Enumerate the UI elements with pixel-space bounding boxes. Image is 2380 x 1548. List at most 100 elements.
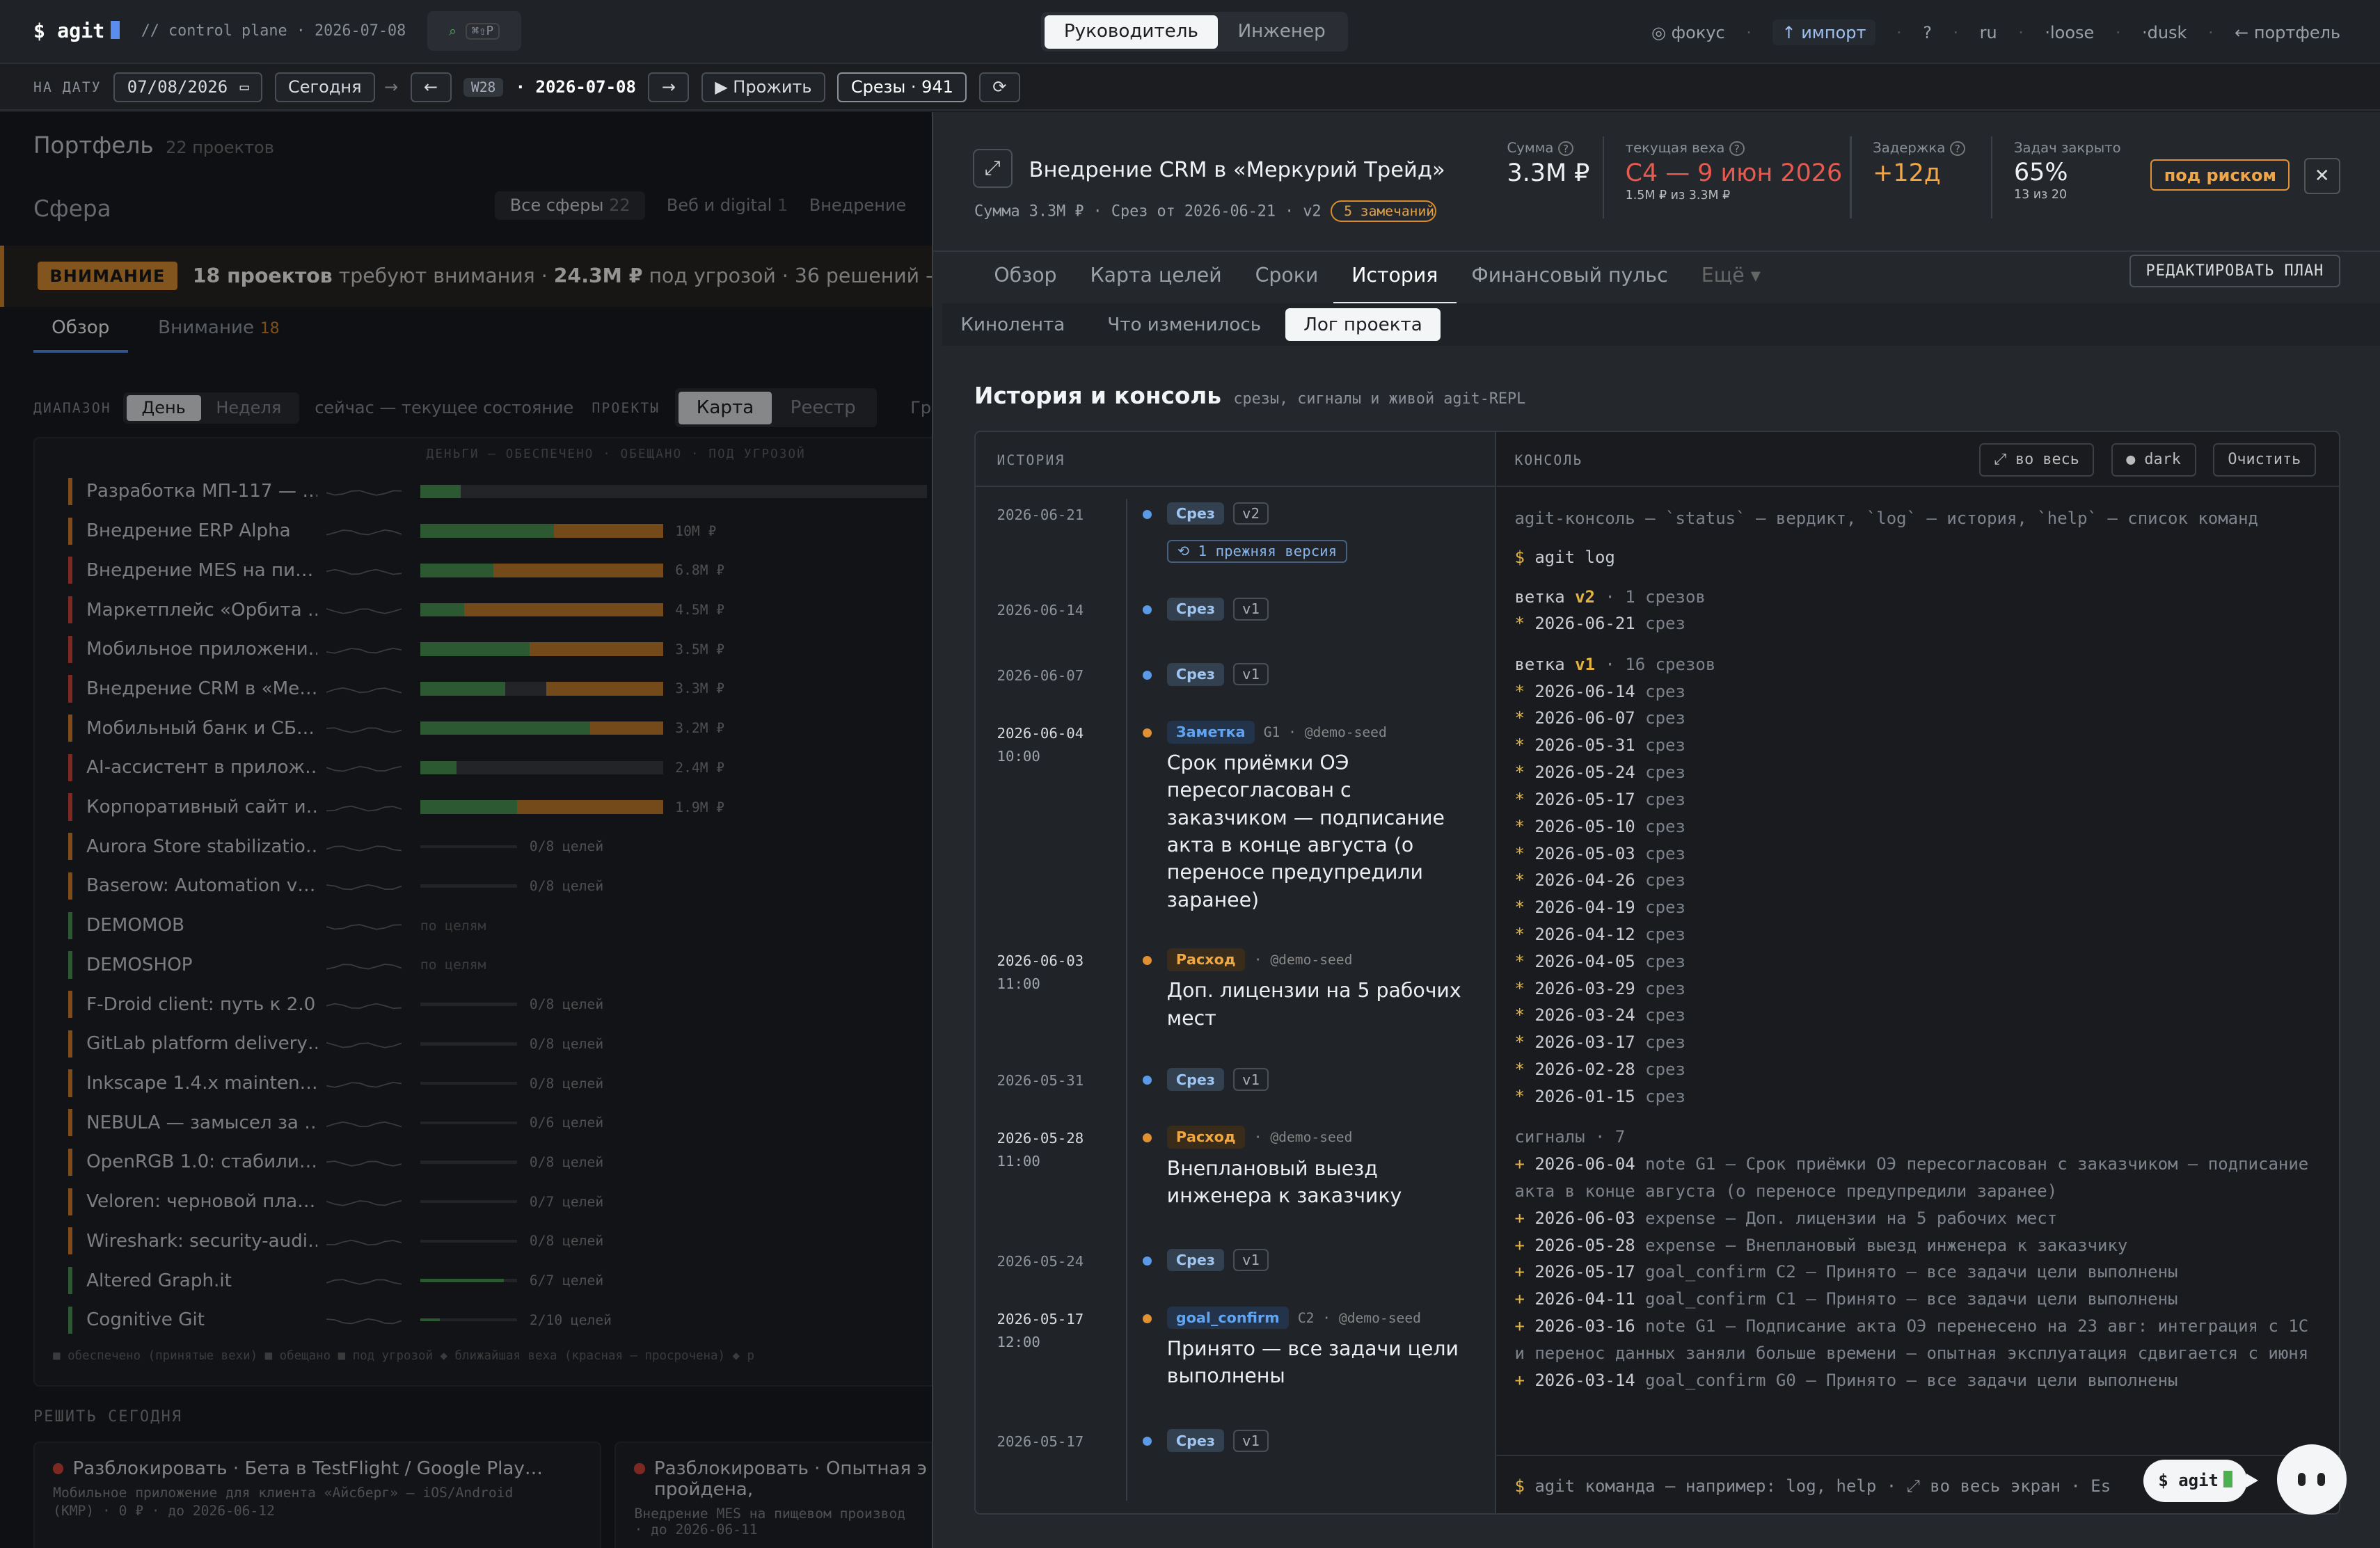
density-switch[interactable]: ·loose	[2045, 23, 2094, 42]
kpi-delay: Задержка? +12д	[1873, 140, 1965, 187]
timeline-dot-icon	[1142, 728, 1152, 737]
event-date: 2026-06-04 10:00	[997, 724, 1084, 765]
event-tags: Срез v1	[1166, 1248, 1269, 1272]
timeline-dot-icon	[1142, 605, 1152, 615]
slice-line: * 2026-03-17 срез	[1514, 1032, 1685, 1053]
event-meta: · @demo-seed	[1253, 951, 1353, 968]
slice-line: * 2026-05-31 срез	[1514, 735, 1685, 756]
version-badge: v1	[1233, 598, 1269, 621]
drawer-tabs: Обзор Карта целей Сроки История Финансов…	[994, 258, 1794, 305]
prev-week-button[interactable]: ←	[410, 72, 452, 103]
kpi-milestone-sub: 1.5M ₽ из 3.3M ₽	[1625, 188, 1731, 202]
clear-button[interactable]: Очистить	[2212, 442, 2316, 477]
event-kind-badge: Заметка	[1166, 720, 1255, 744]
event-kind-badge: Срез	[1166, 1429, 1225, 1453]
tab-history[interactable]: История	[1333, 258, 1457, 305]
fullscreen-button[interactable]: ⤢ во весь	[1978, 442, 2095, 477]
signal-line: + 2026-06-03 expense — Доп. лицензии на …	[1514, 1208, 2058, 1228]
kpi-sum-value: 3.3M ₽	[1507, 159, 1590, 187]
version-badge: v1	[1233, 1248, 1269, 1272]
version-badge: v1	[1233, 663, 1269, 686]
tab-overview[interactable]: Обзор	[994, 258, 1074, 305]
history-panel: ИСТОРИЯ 2026-06-21 Срез v2 ⟲ 1 прежняя верс…	[974, 431, 1497, 1515]
help-button[interactable]: ?	[1923, 23, 1932, 42]
shortcut-hint: ⌘⇧P	[466, 22, 500, 40]
brand-logo[interactable]: $ agit	[33, 19, 120, 42]
kpi-closed-sub: 13 из 20	[2013, 188, 2068, 202]
signal-line: + 2026-03-14 goal_confirm G0 — Принято —…	[1514, 1370, 2178, 1390]
subtab-filmstrip[interactable]: Кинолента	[942, 308, 1083, 341]
topbar-subtitle: // control plane · 2026-07-08	[141, 22, 406, 40]
kpi-delay-value: +12д	[1873, 159, 1941, 187]
console-header: КОНСОЛЬ ⤢ во весь ● dark Очистить	[1496, 432, 2339, 487]
remarks-badge[interactable]: 5 замечаний	[1330, 200, 1437, 223]
play-button[interactable]: ▶ Прожить	[701, 72, 825, 103]
kpi-milestone: текущая веха? C4 — 9 июн 2026 1.5M ₽ из …	[1625, 139, 1843, 202]
current-date: · 2026-07-08	[515, 77, 636, 97]
timeline-dot-icon	[1142, 1076, 1152, 1085]
event-body: Срок приёмки ОЭ пересогласован с заказчи…	[1166, 751, 1445, 911]
signal-line: + 2026-05-28 expense — Внеплановый выезд…	[1514, 1235, 2128, 1255]
topbar-actions: ◎ фокус · ↑ импорт · ? · ru · ·loose · ·dusk ·…	[1651, 19, 2340, 46]
focus-button[interactable]: ◎ фокус	[1651, 23, 1725, 42]
version-badge: v1	[1233, 1068, 1269, 1091]
event-meta: G1 · @demo-seed	[1263, 724, 1387, 740]
event-kind-badge: Срез	[1166, 1248, 1225, 1272]
event-date: 2026-06-14	[997, 602, 1084, 619]
project-drawer: ⤢ Внедрение CRM в «Меркурий Трейд» Сумма…	[932, 112, 2380, 1548]
event-meta: · @demo-seed	[1253, 1128, 1353, 1145]
slice-line: * 2026-04-05 срез	[1514, 951, 1685, 971]
timeline-dot-icon	[1142, 670, 1152, 680]
subtab-changes[interactable]: Что изменилось	[1089, 308, 1279, 341]
assistant-bot-icon[interactable]	[2276, 1444, 2347, 1515]
date-label: НА ДАТУ	[33, 79, 102, 95]
signal-line: + 2026-04-11 goal_confirm C1 — Принято —…	[1514, 1289, 2178, 1309]
edit-plan-button[interactable]: РЕДАКТИРОВАТЬ ПЛАН	[2129, 255, 2341, 287]
import-button[interactable]: ↑ импорт	[1772, 19, 1875, 46]
role-engineer-tab[interactable]: Инженер	[1218, 15, 1345, 49]
close-icon[interactable]: ✕	[2303, 157, 2340, 195]
subtab-project-log[interactable]: Лог проекта	[1285, 308, 1441, 342]
arrow-icon: →	[384, 77, 399, 97]
language-switch[interactable]: ru	[1980, 23, 1997, 42]
theme-button[interactable]: ● dark	[2111, 442, 2196, 477]
tab-finance-pulse[interactable]: Финансовый пульс	[1471, 258, 1686, 305]
slice-line: * 2026-05-03 срез	[1514, 843, 1685, 863]
event-tags: Срез v1	[1166, 598, 1269, 621]
role-switch: Руководитель Инженер	[1041, 12, 1349, 52]
version-badge: v2	[1233, 502, 1269, 525]
section-subtitle: срезы, сигналы и живой agit-REPL	[1233, 390, 1526, 408]
modal-overlay[interactable]	[0, 112, 933, 1548]
project-title: Внедрение CRM в «Меркурий Трейд»	[1029, 157, 1445, 182]
back-to-portfolio-link[interactable]: ← портфель	[2235, 23, 2340, 42]
refresh-button[interactable]: ⟳	[978, 72, 1020, 103]
command-palette-button[interactable]: ⌕ ⌘⇧P	[427, 11, 521, 51]
event-tags: Заметка G1 · @demo-seed	[1166, 720, 1387, 744]
console-panel: КОНСОЛЬ ⤢ во весь ● dark Очистить agit-к…	[1496, 431, 2340, 1515]
tab-goal-map[interactable]: Карта целей	[1090, 258, 1240, 305]
role-manager-tab[interactable]: Руководитель	[1044, 15, 1219, 49]
signal-line: + 2026-05-17 goal_confirm C2 — Принято —…	[1514, 1262, 2178, 1282]
slice-line: * 2026-04-26 срез	[1514, 870, 1685, 891]
slices-button[interactable]: Срезы · 941	[837, 72, 967, 103]
previous-version-button[interactable]: ⟲ 1 прежняя версия	[1166, 540, 1348, 563]
today-button[interactable]: Сегодня	[274, 72, 375, 103]
expand-icon[interactable]: ⤢	[972, 148, 1013, 189]
event-kind-badge: goal_confirm	[1166, 1306, 1289, 1330]
theme-switch[interactable]: ·dusk	[2142, 23, 2187, 42]
date-input[interactable]: 07/08/2026 ▭	[113, 72, 263, 103]
tab-more[interactable]: Ещё ▾	[1701, 258, 1779, 305]
event-date: 2026-05-17	[997, 1433, 1084, 1451]
next-week-button[interactable]: →	[648, 72, 690, 103]
event-kind-badge: Расход	[1166, 1126, 1245, 1149]
timeline-dot-icon	[1142, 1256, 1152, 1266]
risk-badge: под риском	[2150, 159, 2290, 191]
slice-line: * 2026-05-24 срез	[1514, 763, 1685, 783]
event-kind-badge: Срез	[1166, 662, 1225, 686]
event-date: 2026-05-24	[997, 1252, 1084, 1270]
tab-deadlines[interactable]: Сроки	[1255, 258, 1337, 305]
console-intro: agit-консоль — `status` — вердикт, `log`…	[1514, 509, 2258, 529]
version-badge: v1	[1233, 1429, 1269, 1452]
assistant-bubble[interactable]: $ agit	[2143, 1460, 2258, 1503]
slice-line: * 2026-06-21 срез	[1514, 614, 1685, 634]
